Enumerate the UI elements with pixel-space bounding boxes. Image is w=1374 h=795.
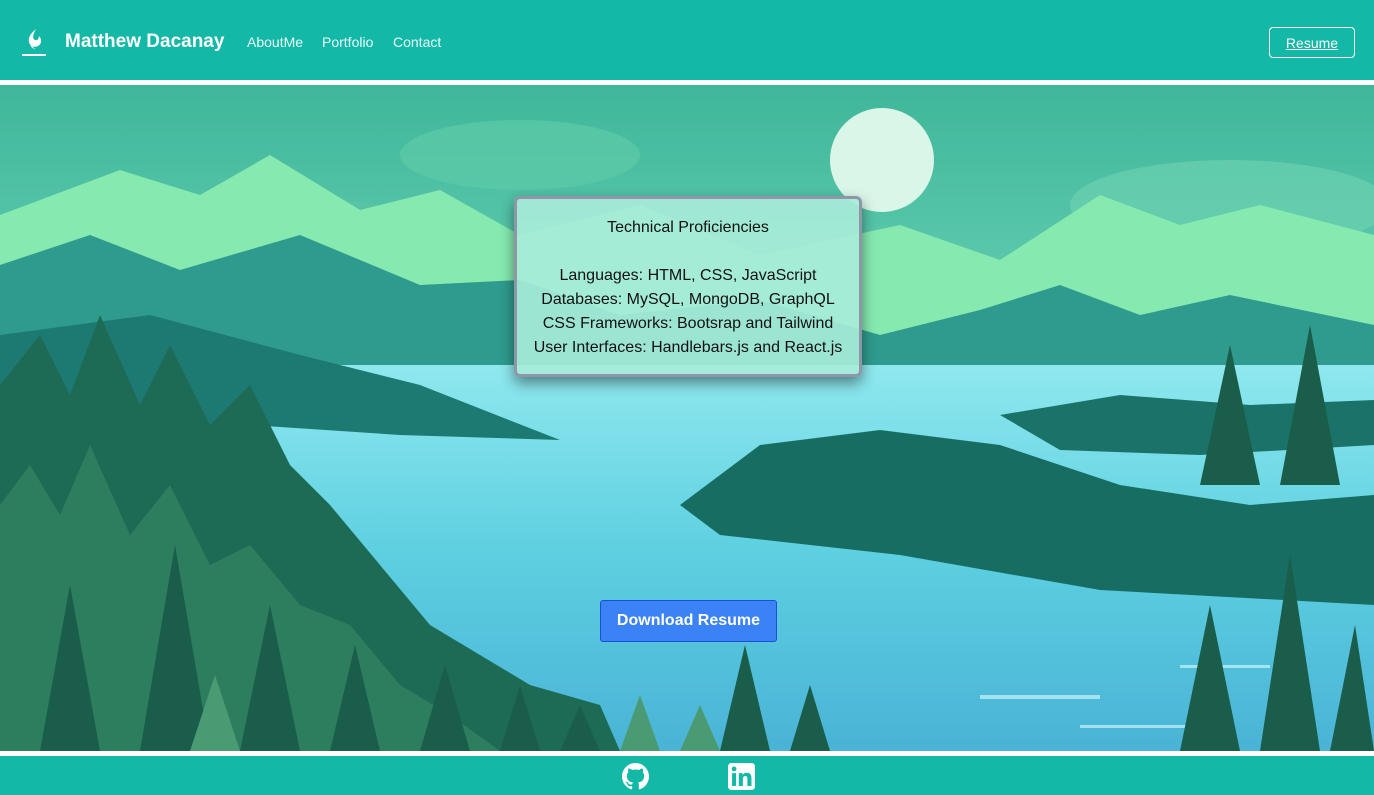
nav-contact-link[interactable]: Contact — [393, 33, 441, 51]
nav-aboutme-link[interactable]: AboutMe — [247, 33, 303, 51]
nav-portfolio-link[interactable]: Portfolio — [322, 33, 373, 51]
footer — [0, 756, 1374, 795]
card-title: Technical Proficiencies — [607, 219, 769, 236]
linkedin-icon[interactable] — [728, 763, 755, 790]
technical-proficiencies-card: Technical Proficiencies Languages: HTML,… — [514, 196, 862, 377]
navbar: Matthew Dacanay AboutMe Portfolio Contac… — [0, 0, 1374, 80]
github-icon[interactable] — [622, 763, 649, 790]
css-frameworks-line: CSS Frameworks: Bootsrap and Tailwind — [542, 315, 834, 332]
resume-button[interactable]: Resume — [1269, 27, 1355, 58]
flame-logo-icon[interactable] — [20, 27, 48, 59]
brand-name[interactable]: Matthew Dacanay — [65, 30, 224, 54]
hero-background — [0, 85, 1374, 751]
landscape-illustration — [0, 85, 1374, 751]
languages-line: Languages: HTML, CSS, JavaScript — [559, 267, 817, 284]
databases-line: Databases: MySQL, MongoDB, GraphQL — [541, 291, 835, 308]
download-resume-button[interactable]: Download Resume — [600, 600, 777, 642]
user-interfaces-line: User Interfaces: Handlebars.js and React… — [533, 339, 843, 356]
